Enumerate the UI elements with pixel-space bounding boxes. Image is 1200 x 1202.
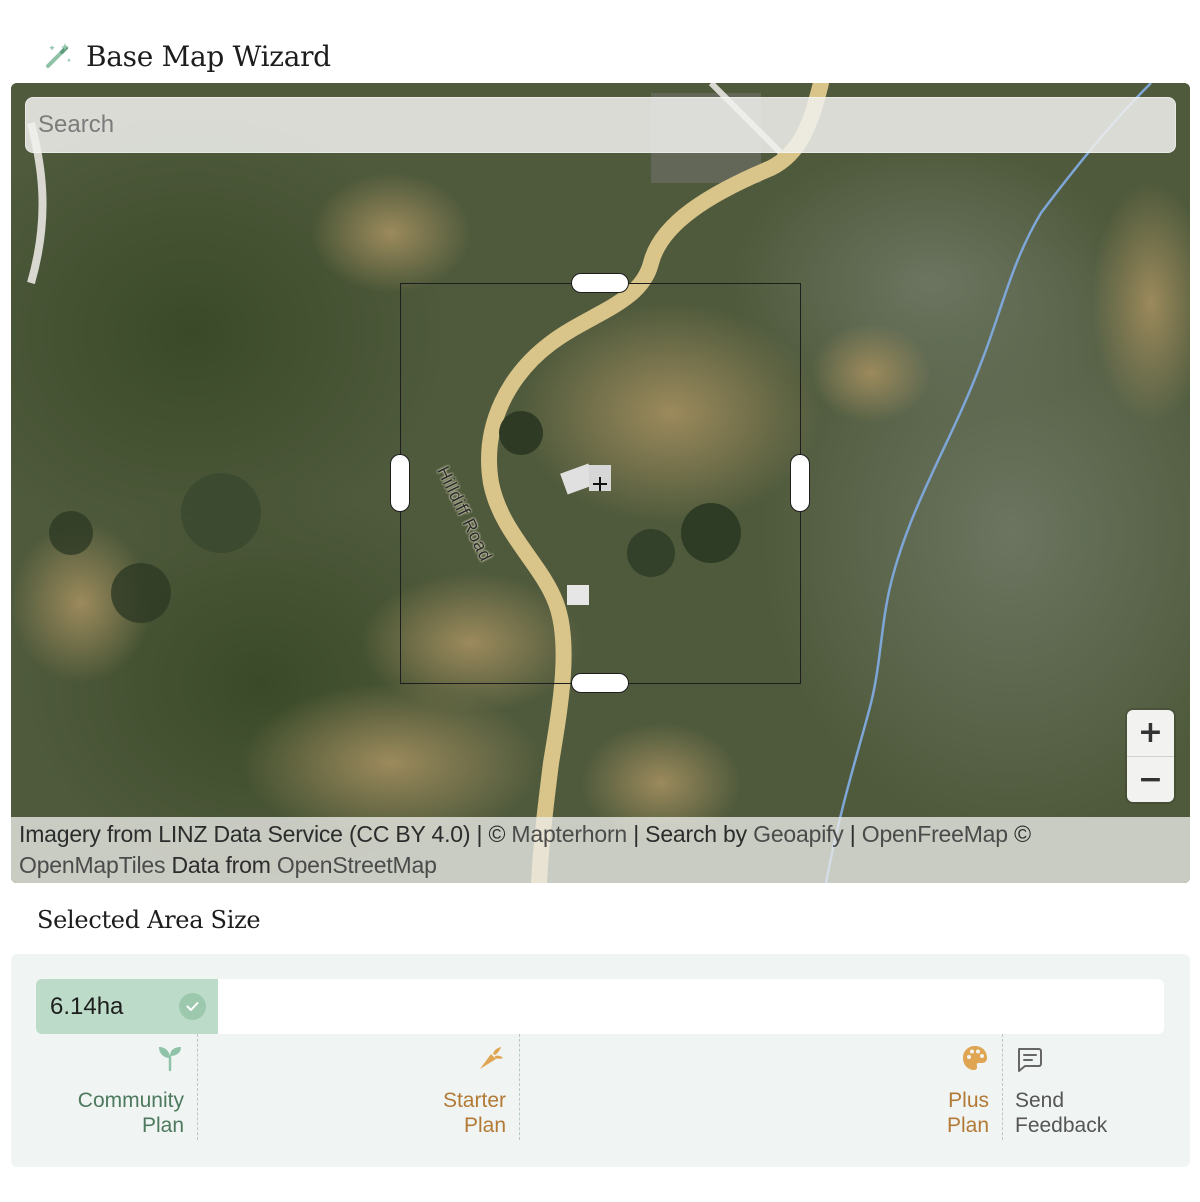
plan-suffix: Plan xyxy=(463,1114,506,1137)
attribution-text: | xyxy=(843,821,862,847)
attribution-text: Imagery from LINZ Data Service (CC BY 4.… xyxy=(19,821,512,847)
page-header: Base Map Wizard xyxy=(42,34,331,78)
plan-label: Plus Plan xyxy=(947,1088,989,1138)
mapterhorn-link[interactable]: Mapterhorn xyxy=(511,821,627,847)
sprout-icon xyxy=(156,1044,184,1077)
send-feedback-button[interactable]: Send Feedback xyxy=(1015,1044,1135,1144)
plan-label: Starter Plan xyxy=(443,1088,506,1138)
plan-community: Community Plan xyxy=(36,1034,198,1142)
zoom-out-button[interactable]: − xyxy=(1127,757,1174,802)
page-title: Base Map Wizard xyxy=(86,39,331,73)
area-size-fill: 6.14ha xyxy=(36,979,218,1034)
openmaptiles-link[interactable]: OpenMapTiles xyxy=(19,852,166,878)
plan-name: Starter xyxy=(442,1089,506,1112)
feedback-line2: Feedback xyxy=(1015,1114,1108,1137)
carrot-icon xyxy=(477,1044,505,1077)
map-attribution: Imagery from LINZ Data Service (CC BY 4.… xyxy=(11,817,1190,883)
plan-divider xyxy=(1002,1034,1003,1140)
plan-name: Plus xyxy=(948,1089,989,1112)
plan-suffix: Plan xyxy=(946,1114,989,1137)
plan-suffix: Plan xyxy=(141,1114,184,1137)
area-size-panel: 6.14ha Community Plan Starter Plan Plus … xyxy=(11,954,1190,1167)
feedback-line1: Send xyxy=(1015,1089,1065,1112)
crosshair-icon xyxy=(593,477,607,491)
attribution-text: © xyxy=(1007,821,1031,847)
openfreemap-link[interactable]: OpenFreeMap xyxy=(862,821,1008,847)
area-size-bar: 6.14ha xyxy=(36,979,1164,1034)
map-view[interactable]: Hilldiff Road + − Imagery from LINZ Data… xyxy=(11,83,1190,883)
selection-handle-bottom[interactable] xyxy=(571,673,629,693)
attribution-text: Data from xyxy=(165,852,277,878)
search-input[interactable] xyxy=(25,97,1176,153)
geoapify-link[interactable]: Geoapify xyxy=(753,821,844,847)
openstreetmap-link[interactable]: OpenStreetMap xyxy=(277,852,437,878)
message-icon xyxy=(1015,1046,1043,1079)
attribution-text: | Search by xyxy=(627,821,754,847)
plan-name: Community xyxy=(77,1089,184,1112)
plan-label: Community Plan xyxy=(78,1088,184,1138)
selection-handle-right[interactable] xyxy=(790,454,810,512)
zoom-control: + − xyxy=(1127,710,1174,802)
zoom-in-button[interactable]: + xyxy=(1127,710,1174,756)
check-icon xyxy=(179,993,206,1020)
palette-icon xyxy=(961,1044,989,1077)
feedback-label: Send Feedback xyxy=(1015,1088,1107,1138)
selection-handle-top[interactable] xyxy=(571,273,629,293)
area-size-value: 6.14ha xyxy=(50,992,124,1020)
selected-area-title: Selected Area Size xyxy=(37,906,261,934)
plan-starter: Starter Plan xyxy=(198,1034,520,1142)
magic-wand-icon xyxy=(42,40,74,72)
plan-plus: Plus Plan xyxy=(520,1034,1003,1142)
selection-handle-left[interactable] xyxy=(390,454,410,512)
